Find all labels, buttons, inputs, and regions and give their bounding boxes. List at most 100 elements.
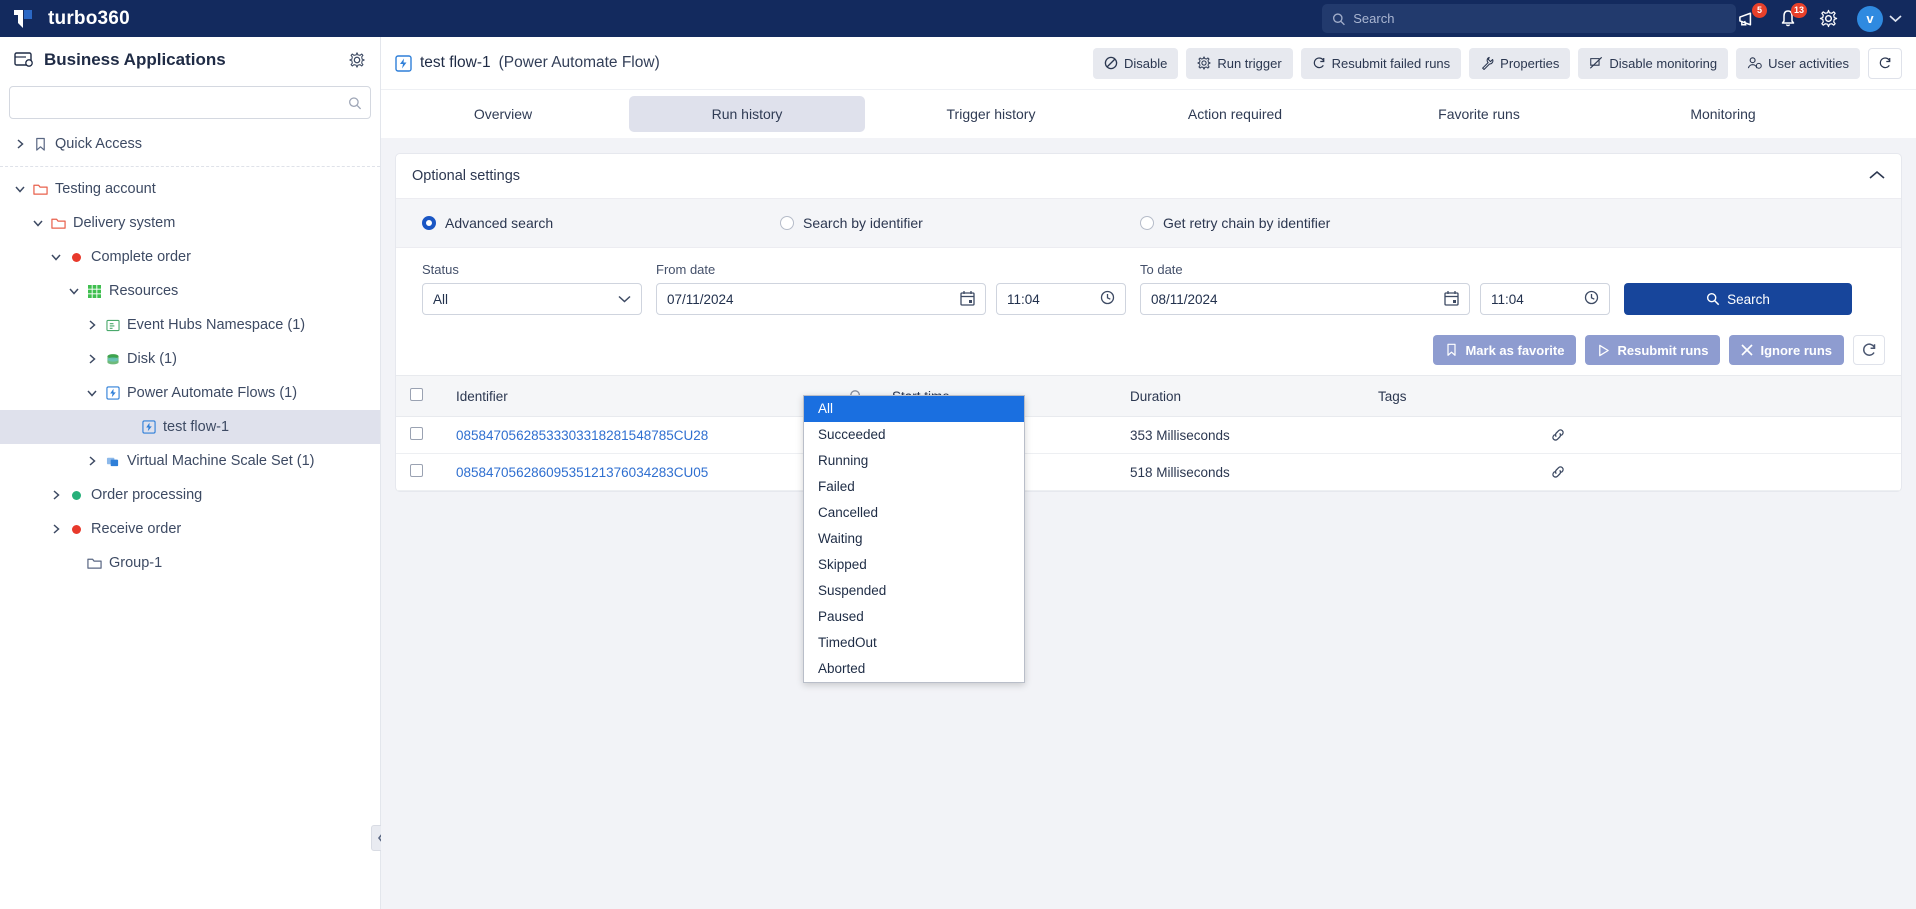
table-row[interactable]: 08584705628609535121376034283CU0508/11/2… bbox=[396, 453, 1901, 491]
top-navigation-bar: turbo360 5 13 v bbox=[0, 0, 1916, 37]
link-icon[interactable] bbox=[1550, 464, 1887, 480]
status-option-all[interactable]: All bbox=[804, 396, 1024, 422]
radio-get-retry-chain-by-identifier[interactable]: Get retry chain by identifier bbox=[1140, 215, 1330, 231]
chevron-right-icon[interactable] bbox=[86, 455, 98, 467]
from-time-input[interactable]: 11:04 bbox=[996, 283, 1126, 315]
global-search-input[interactable] bbox=[1353, 11, 1726, 26]
tree-item-delivery-system[interactable]: Delivery system bbox=[0, 206, 380, 240]
row-checkbox[interactable] bbox=[410, 464, 423, 477]
link-icon[interactable] bbox=[1550, 427, 1887, 443]
sidebar-search[interactable] bbox=[9, 86, 371, 119]
status-option-suspended[interactable]: Suspended bbox=[804, 578, 1024, 604]
tree-item-test-flow-1[interactable]: test flow-1 bbox=[0, 410, 380, 444]
chevron-up-icon[interactable] bbox=[1869, 168, 1885, 184]
status-option-paused[interactable]: Paused bbox=[804, 604, 1024, 630]
tree-item-order-processing[interactable]: Order processing bbox=[0, 478, 380, 512]
status-option-aborted[interactable]: Aborted bbox=[804, 656, 1024, 682]
turbo360-logo-icon[interactable] bbox=[12, 7, 38, 31]
resubmit-failed-runs-button[interactable]: Resubmit failed runs bbox=[1300, 47, 1462, 79]
refresh-page-button[interactable] bbox=[1868, 47, 1902, 79]
chevron-down-icon[interactable] bbox=[14, 183, 26, 195]
brand-name[interactable]: turbo360 bbox=[48, 8, 130, 30]
clock-icon[interactable] bbox=[1584, 290, 1599, 308]
tree-item-label: Testing account bbox=[55, 181, 156, 197]
properties-button[interactable]: Properties bbox=[1469, 47, 1571, 79]
row-checkbox-cell[interactable] bbox=[396, 453, 442, 491]
th-select-all[interactable] bbox=[396, 375, 442, 417]
gear-icon[interactable] bbox=[1817, 8, 1839, 30]
tree-item-receive-order[interactable]: Receive order bbox=[0, 512, 380, 546]
chevron-right-icon[interactable] bbox=[14, 138, 26, 150]
radio-advanced-search[interactable]: Advanced search bbox=[422, 215, 780, 231]
mark-as-favorite-button[interactable]: Mark as favorite bbox=[1433, 335, 1577, 365]
bell-icon[interactable]: 13 bbox=[1777, 2, 1807, 30]
chevron-right-icon[interactable] bbox=[86, 319, 98, 331]
megaphone-icon[interactable]: 5 bbox=[1737, 2, 1767, 30]
identifier-link[interactable]: 08584705628609535121376034283CU05 bbox=[456, 465, 708, 480]
status-option-running[interactable]: Running bbox=[804, 448, 1024, 474]
chevron-right-icon[interactable] bbox=[50, 523, 62, 535]
tree-item-power-automate-flows-1[interactable]: Power Automate Flows (1) bbox=[0, 376, 380, 410]
status-option-cancelled[interactable]: Cancelled bbox=[804, 500, 1024, 526]
tree-item-disk-1[interactable]: Disk (1) bbox=[0, 342, 380, 376]
status-dropdown-menu[interactable]: All Succeeded Running Failed Cancelled Waitin… bbox=[803, 395, 1025, 683]
status-option-timedout[interactable]: TimedOut bbox=[804, 630, 1024, 656]
play-icon bbox=[1597, 344, 1610, 357]
global-search[interactable] bbox=[1322, 4, 1736, 33]
status-option-skipped[interactable]: Skipped bbox=[804, 552, 1024, 578]
disable-button[interactable]: Disable bbox=[1092, 47, 1179, 79]
tree-item-complete-order[interactable]: Complete order bbox=[0, 240, 380, 274]
calendar-icon[interactable] bbox=[960, 290, 975, 309]
chevron-down-icon[interactable] bbox=[32, 217, 44, 229]
tab-overview[interactable]: Overview bbox=[385, 96, 621, 132]
user-menu[interactable]: v bbox=[1857, 5, 1902, 32]
cell-link-action[interactable] bbox=[1536, 453, 1901, 491]
refresh-table-button[interactable] bbox=[1853, 335, 1885, 365]
status-option-waiting[interactable]: Waiting bbox=[804, 526, 1024, 552]
tree-item-resources[interactable]: Resources bbox=[0, 274, 380, 308]
status-select[interactable]: All bbox=[422, 283, 642, 315]
status-option-failed[interactable]: Failed bbox=[804, 474, 1024, 500]
radio-indicator[interactable] bbox=[780, 216, 794, 230]
search-button[interactable]: Search bbox=[1624, 283, 1852, 315]
chevron-down-icon[interactable] bbox=[68, 285, 80, 297]
resubmit-runs-button[interactable]: Resubmit runs bbox=[1585, 335, 1721, 365]
tree-item-quick-access[interactable]: Quick Access bbox=[0, 127, 380, 161]
tree-item-event-hubs-namespace-1[interactable]: Event Hubs Namespace (1) bbox=[0, 308, 380, 342]
cell-link-action[interactable] bbox=[1536, 416, 1901, 454]
identifier-link[interactable]: 08584705628533303318281548785CU28 bbox=[456, 428, 708, 443]
chevron-right-icon[interactable] bbox=[50, 489, 62, 501]
calendar-icon[interactable] bbox=[1444, 290, 1459, 309]
disable-monitoring-button[interactable]: Disable monitoring bbox=[1578, 47, 1729, 79]
to-date-input[interactable]: 08/11/2024 bbox=[1140, 283, 1470, 315]
radio-indicator[interactable] bbox=[422, 216, 436, 230]
to-time-input[interactable]: 11:04 bbox=[1480, 283, 1610, 315]
run-trigger-button[interactable]: Run trigger bbox=[1186, 47, 1293, 79]
table-row[interactable]: 08584705628533303318281548785CU2808/11/2… bbox=[396, 416, 1901, 454]
radio-indicator[interactable] bbox=[1140, 216, 1154, 230]
tab-action-required[interactable]: Action required bbox=[1117, 96, 1353, 132]
chevron-right-icon[interactable] bbox=[86, 353, 98, 365]
sidebar-header: Business Applications bbox=[0, 37, 380, 82]
from-date-input[interactable]: 07/11/2024 bbox=[656, 283, 986, 315]
chevron-down-icon[interactable] bbox=[50, 251, 62, 263]
chevron-down-icon[interactable] bbox=[86, 387, 98, 399]
tree-item-virtual-machine-scale-set-1[interactable]: Virtual Machine Scale Set (1) bbox=[0, 444, 380, 478]
select-all-checkbox[interactable] bbox=[410, 388, 423, 401]
status-option-succeeded[interactable]: Succeeded bbox=[804, 422, 1024, 448]
clock-icon[interactable] bbox=[1100, 290, 1115, 308]
tree-item-testing-account[interactable]: Testing account bbox=[0, 172, 380, 206]
tab-run-history[interactable]: Run history bbox=[629, 96, 865, 132]
from-date-label: From date bbox=[656, 262, 716, 277]
tab-trigger-history[interactable]: Trigger history bbox=[873, 96, 1109, 132]
tab-favorite-runs[interactable]: Favorite runs bbox=[1361, 96, 1597, 132]
tab-monitoring[interactable]: Monitoring bbox=[1605, 96, 1841, 132]
sidebar-settings-gear-icon[interactable] bbox=[348, 51, 366, 69]
row-checkbox[interactable] bbox=[410, 427, 423, 440]
tree-item-group-1[interactable]: Group-1 bbox=[0, 546, 380, 580]
radio-search-by-identifier[interactable]: Search by identifier bbox=[780, 215, 1140, 231]
user-activities-button[interactable]: User activities bbox=[1736, 47, 1860, 79]
sidebar-search-input[interactable] bbox=[19, 95, 348, 110]
ignore-runs-button[interactable]: Ignore runs bbox=[1729, 335, 1844, 365]
row-checkbox-cell[interactable] bbox=[396, 416, 442, 454]
